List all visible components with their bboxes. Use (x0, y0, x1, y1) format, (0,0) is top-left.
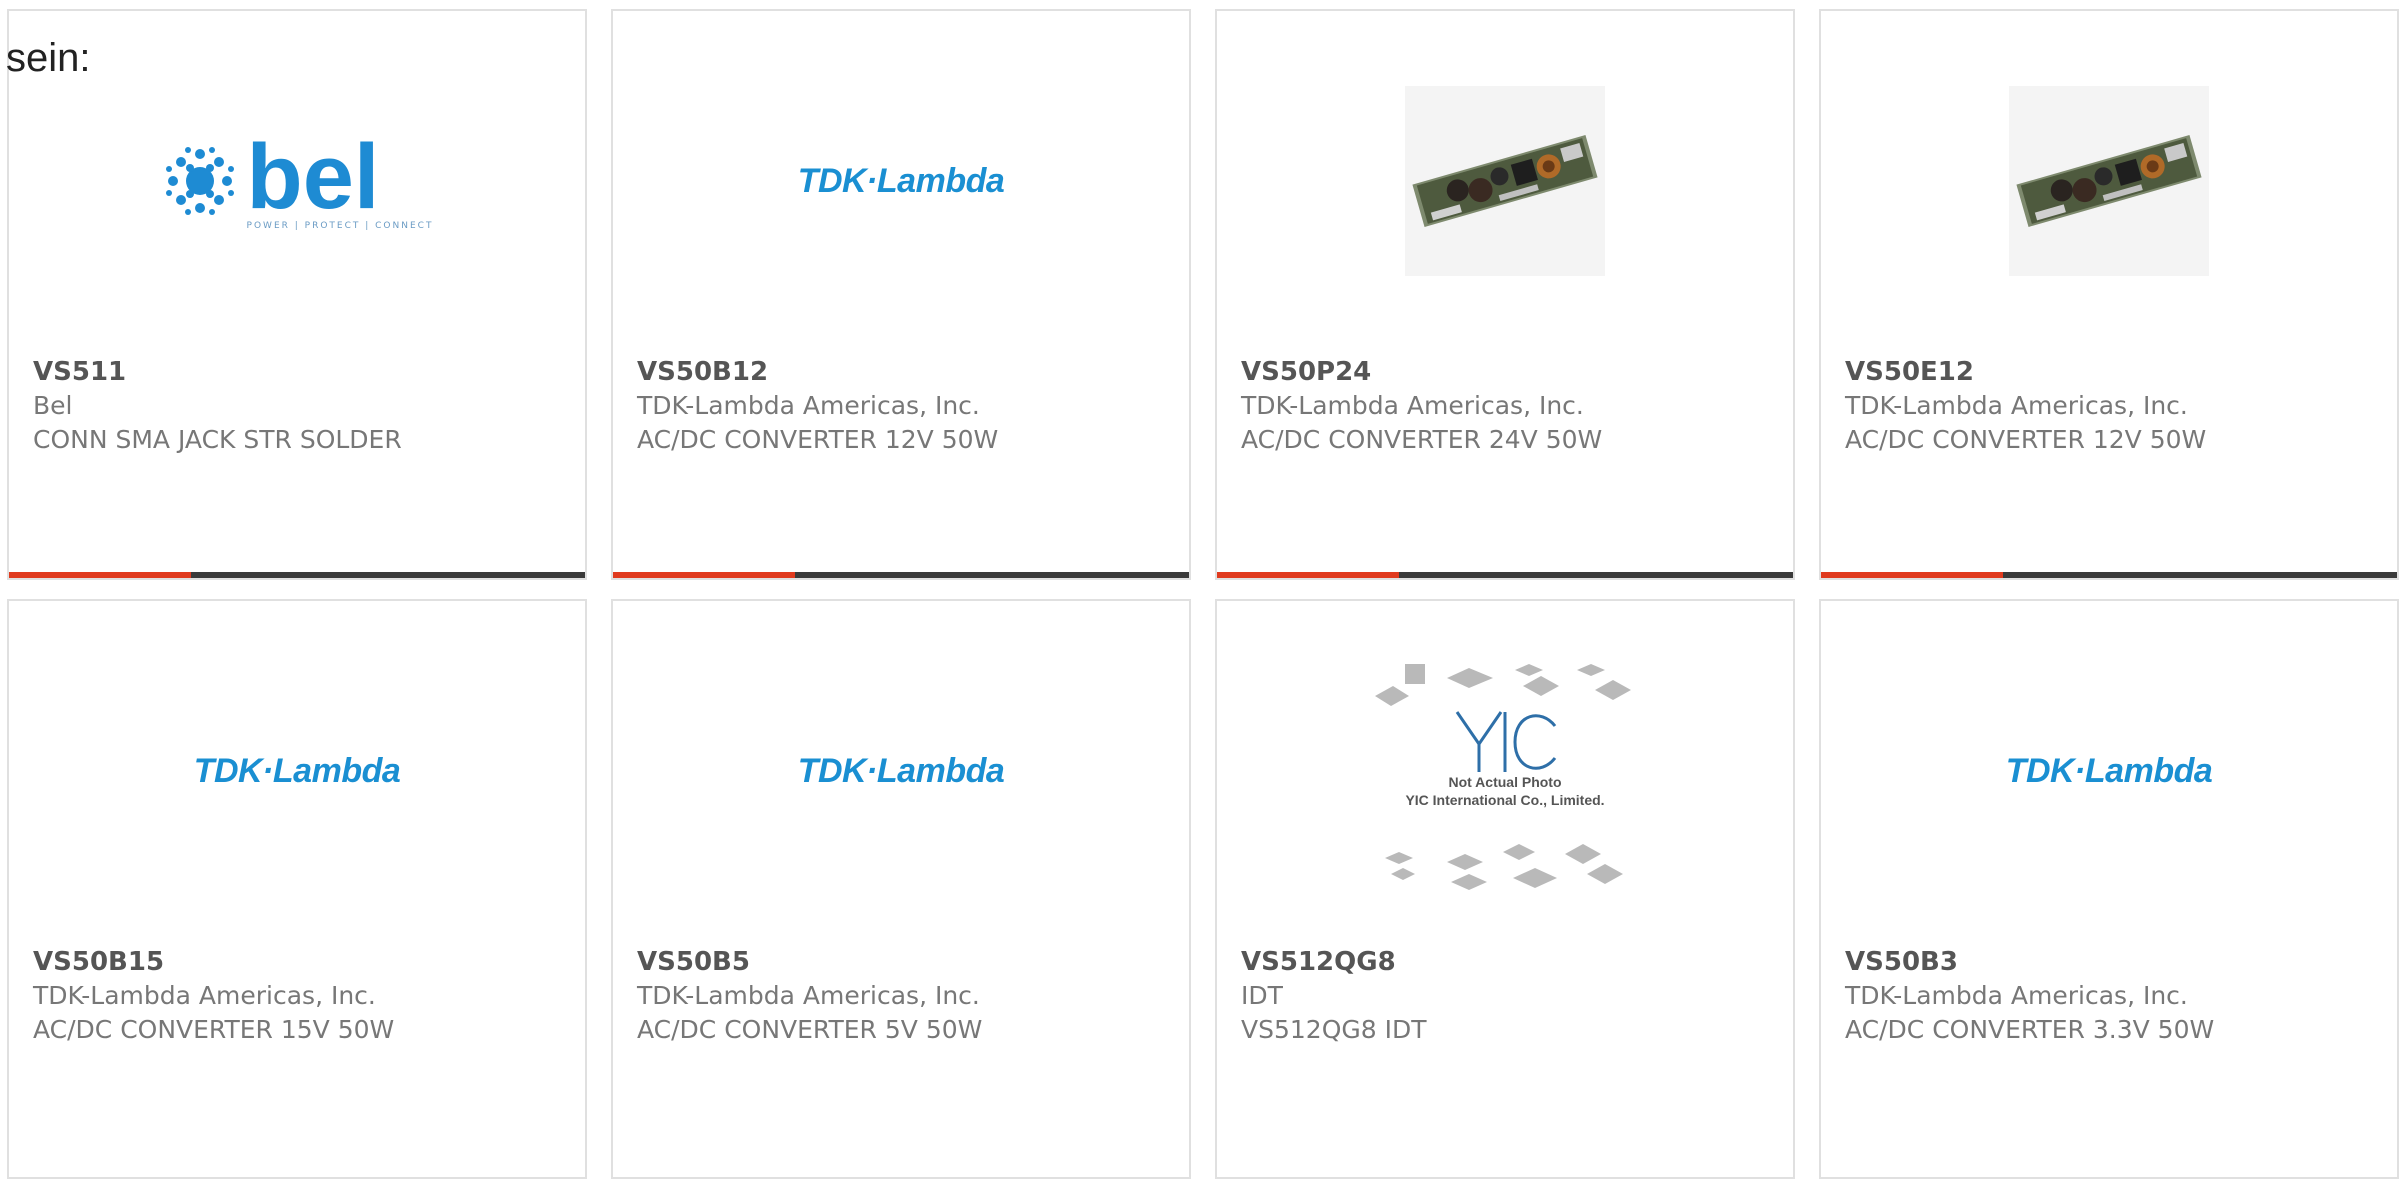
manufacturer: Bel (33, 391, 73, 420)
not-actual-photo-label: Not Actual Photo (1448, 774, 1562, 790)
product-card[interactable]: Not Actual Photo YIC International Co., … (1215, 599, 1795, 1179)
bel-tagline: POWER | PROTECT | CONNECT (246, 221, 434, 231)
part-number[interactable]: VS50P24 (1241, 355, 1777, 389)
product-image[interactable]: TDK·Lambda (613, 601, 1189, 941)
product-card[interactable]: bel POWER | PROTECT | CONNECT VS511 Bel … (7, 9, 587, 580)
product-image[interactable]: TDK·Lambda (613, 11, 1189, 351)
part-number[interactable]: VS512QG8 (1241, 945, 1777, 979)
product-info: VS50B5 TDK-Lambda Americas, Inc. AC/DC C… (637, 945, 1173, 1047)
power-supply-photo (1405, 86, 1605, 276)
product-image[interactable] (1821, 11, 2397, 351)
product-image[interactable] (1217, 11, 1793, 351)
tdk-lambda-logo: TDK·Lambda (193, 751, 401, 790)
tdk-lambda-logo: TDK·Lambda (797, 161, 1005, 200)
product-info: VS50B15 TDK-Lambda Americas, Inc. AC/DC … (33, 945, 569, 1047)
part-number[interactable]: VS50B5 (637, 945, 1173, 979)
product-image[interactable]: bel POWER | PROTECT | CONNECT (9, 11, 585, 351)
yic-company-label: YIC International Co., Limited. (1405, 792, 1605, 808)
part-number[interactable]: VS50E12 (1845, 355, 2381, 389)
product-card[interactable]: TDK·Lambda VS50B3 TDK-Lambda Americas, I… (1819, 599, 2399, 1179)
manufacturer: TDK-Lambda Americas, Inc. (33, 981, 376, 1010)
manufacturer: TDK-Lambda Americas, Inc. (637, 981, 980, 1010)
power-supply-photo (2009, 86, 2209, 276)
description: AC/DC CONVERTER 12V 50W (637, 425, 999, 454)
product-card[interactable]: TDK·Lambda VS50B5 TDK-Lambda Americas, I… (611, 599, 1191, 1179)
product-info: VS50P24 TDK-Lambda Americas, Inc. AC/DC … (1241, 355, 1777, 457)
card-footer-bar (1217, 572, 1793, 578)
card-footer-bar (613, 572, 1189, 578)
card-footer-bar (1821, 572, 2397, 578)
product-grid: bel POWER | PROTECT | CONNECT VS511 Bel … (0, 0, 2400, 1179)
part-number[interactable]: VS50B15 (33, 945, 569, 979)
product-card[interactable]: VS50E12 TDK-Lambda Americas, Inc. AC/DC … (1819, 9, 2399, 580)
description: AC/DC CONVERTER 3.3V 50W (1845, 1015, 2215, 1044)
part-number[interactable]: VS511 (33, 355, 569, 389)
product-image[interactable]: Not Actual Photo YIC International Co., … (1217, 601, 1793, 941)
manufacturer: TDK-Lambda Americas, Inc. (1845, 391, 2188, 420)
part-number[interactable]: VS50B12 (637, 355, 1173, 389)
tdk-lambda-logo: TDK·Lambda (2005, 751, 2213, 790)
manufacturer: TDK-Lambda Americas, Inc. (1845, 981, 2188, 1010)
description: VS512QG8 IDT (1241, 1015, 1427, 1044)
tdk-lambda-logo: TDK·Lambda (797, 751, 1005, 790)
bel-globe-icon (165, 147, 234, 215)
manufacturer: TDK-Lambda Americas, Inc. (637, 391, 980, 420)
manufacturer: TDK-Lambda Americas, Inc. (1241, 391, 1584, 420)
description: AC/DC CONVERTER 5V 50W (637, 1015, 983, 1044)
product-image[interactable]: TDK·Lambda (9, 601, 585, 941)
intro-text: sein: (6, 36, 91, 80)
product-info: VS511 Bel CONN SMA JACK STR SOLDER (33, 355, 569, 457)
product-info: VS512QG8 IDT VS512QG8 IDT (1241, 945, 1777, 1047)
card-footer-bar (9, 572, 585, 578)
description: CONN SMA JACK STR SOLDER (33, 425, 402, 454)
manufacturer: IDT (1241, 981, 1283, 1010)
product-card[interactable]: TDK·Lambda VS50B12 TDK-Lambda Americas, … (611, 9, 1191, 580)
description: AC/DC CONVERTER 12V 50W (1845, 425, 2207, 454)
product-card[interactable]: TDK·Lambda VS50B15 TDK-Lambda Americas, … (7, 599, 587, 1179)
description: AC/DC CONVERTER 24V 50W (1241, 425, 1603, 454)
part-number[interactable]: VS50B3 (1845, 945, 2381, 979)
product-info: VS50B3 TDK-Lambda Americas, Inc. AC/DC C… (1845, 945, 2381, 1047)
bel-logo: bel POWER | PROTECT | CONNECT (161, 131, 434, 231)
product-card[interactable]: VS50P24 TDK-Lambda Americas, Inc. AC/DC … (1215, 9, 1795, 580)
yic-placeholder-image: Not Actual Photo YIC International Co., … (1365, 656, 1645, 906)
product-info: VS50E12 TDK-Lambda Americas, Inc. AC/DC … (1845, 355, 2381, 457)
product-image[interactable]: TDK·Lambda (1821, 601, 2397, 941)
bel-wordmark: bel (246, 126, 380, 228)
description: AC/DC CONVERTER 15V 50W (33, 1015, 395, 1044)
product-info: VS50B12 TDK-Lambda Americas, Inc. AC/DC … (637, 355, 1173, 457)
